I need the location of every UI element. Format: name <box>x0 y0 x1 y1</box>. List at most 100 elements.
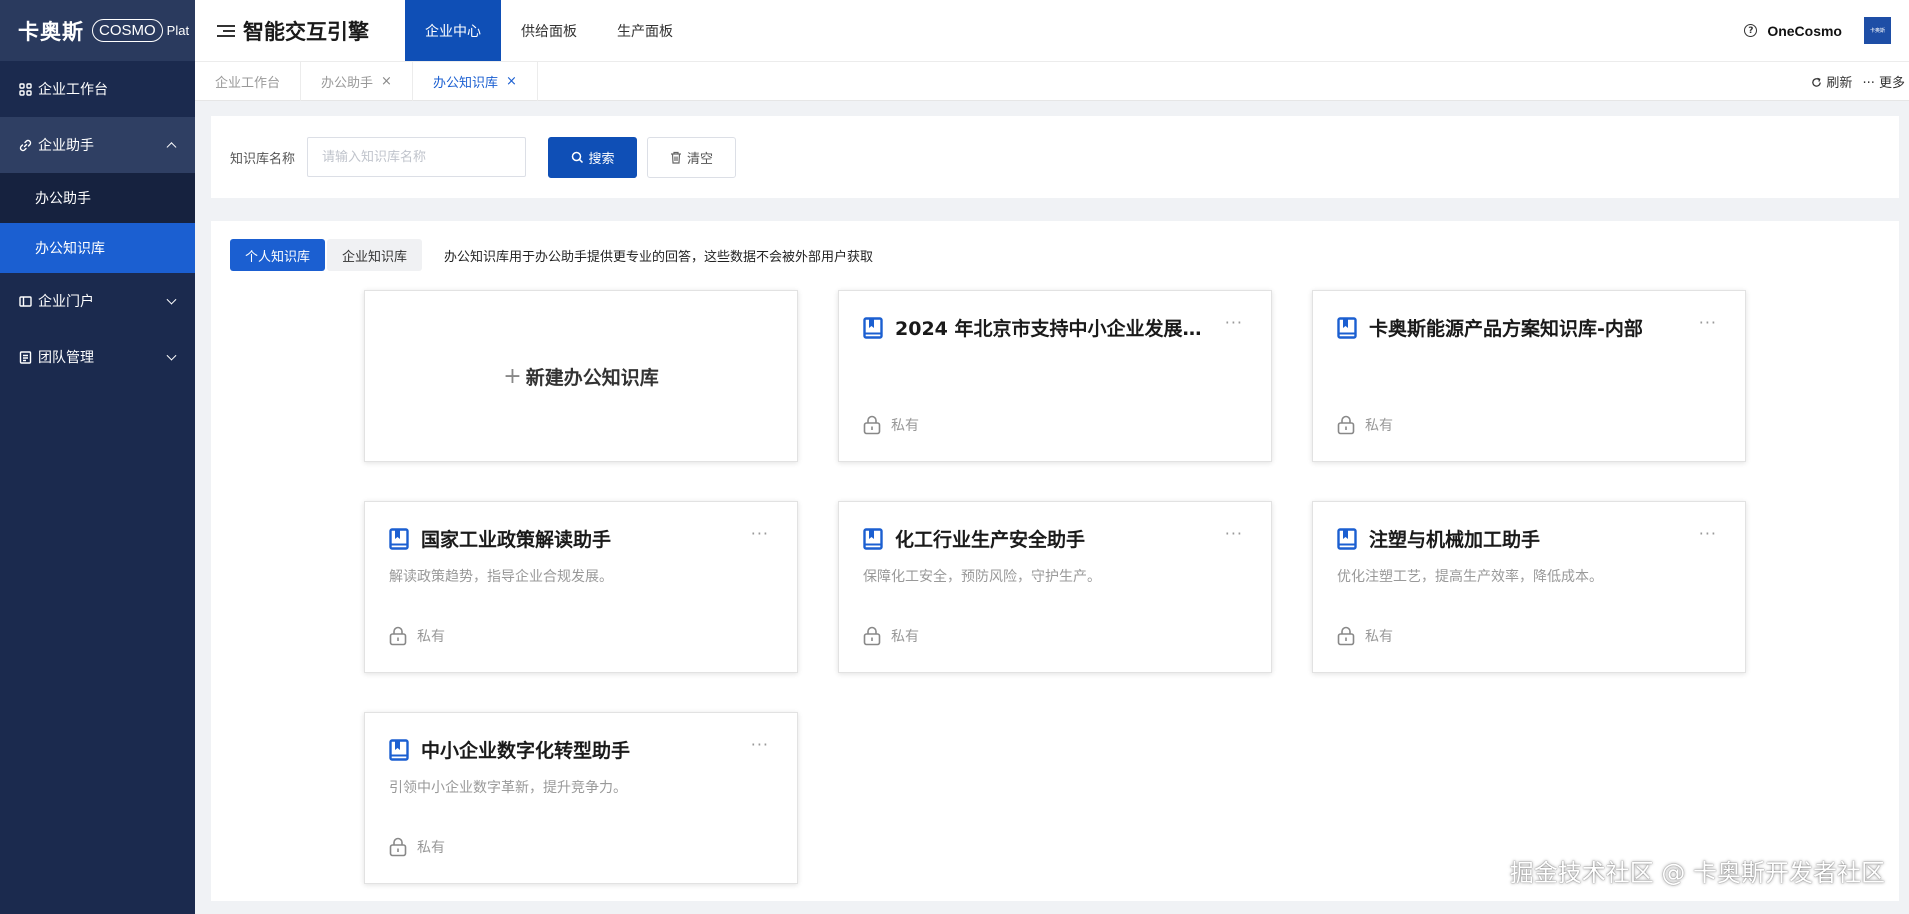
card-header: 中小企业数字化转型助手 <box>389 736 737 763</box>
top-tab-enterprise-center[interactable]: 企业中心 <box>405 0 501 61</box>
refresh-button[interactable]: 刷新 <box>1811 72 1852 91</box>
clear-button-label: 清空 <box>687 151 714 167</box>
card-visibility: 私有 <box>389 837 445 857</box>
page-tab-label: 企业工作台 <box>215 76 281 91</box>
card-title: 化工行业生产安全助手 <box>895 529 1086 551</box>
search-button[interactable]: 搜索 <box>548 136 638 178</box>
logo-text-cn: 卡奥斯 <box>18 19 84 44</box>
page-tab-knowledge-base[interactable]: 办公知识库 × <box>413 62 538 101</box>
card-visibility: 私有 <box>863 626 919 646</box>
visibility-label: 私有 <box>1365 418 1393 434</box>
visibility-label: 私有 <box>417 629 445 645</box>
more-icon[interactable]: ··· <box>1699 524 1717 543</box>
knowledge-base-card[interactable]: 化工行业生产安全助手 ··· 保障化工安全，预防风险，守护生产。 私有 <box>838 501 1272 673</box>
top-tab-label: 供给面板 <box>521 23 577 40</box>
trash-icon <box>671 151 681 164</box>
refresh-label: 刷新 <box>1826 76 1853 91</box>
card-description: 解读政策趋势，指导企业合规发展。 <box>389 569 613 585</box>
book-icon <box>1337 316 1357 339</box>
more-icon[interactable]: ··· <box>751 735 769 754</box>
card-visibility: 私有 <box>1337 415 1393 435</box>
page-tab-workbench[interactable]: 企业工作台 <box>195 62 302 101</box>
plus-icon: + <box>503 363 522 389</box>
tab-actions: 刷新 ··· 更多 <box>1811 62 1905 101</box>
knowledge-base-card[interactable]: 卡奥斯能源产品方案知识库-内部 ··· 私有 <box>1312 290 1746 462</box>
lock-icon <box>389 837 407 857</box>
sidebar-subitem-knowledge-base[interactable]: 办公知识库 <box>0 223 195 273</box>
lock-icon <box>863 415 881 435</box>
sidebar-item-team[interactable]: 团队管理 <box>0 329 195 385</box>
sidebar-subitem-label: 办公助手 <box>35 191 91 207</box>
tab-personal-kb[interactable]: 个人知识库 <box>230 239 326 271</box>
page-tab-label: 办公知识库 <box>432 76 498 91</box>
grid-icon <box>18 82 32 96</box>
sidebar-subitem-office-assistant[interactable]: 办公助手 <box>0 173 195 223</box>
team-icon <box>18 350 32 364</box>
avatar[interactable]: 卡奥斯 <box>1864 17 1891 44</box>
chevron-down-icon <box>166 294 177 305</box>
card-visibility: 私有 <box>1337 626 1393 646</box>
new-card-label: 新建办公知识库 <box>525 366 659 389</box>
lock-icon <box>1337 415 1355 435</box>
clear-button[interactable]: 清空 <box>647 136 737 178</box>
knowledge-base-card[interactable]: 2024 年北京市支持中小企业发展… ··· 私有 <box>838 290 1272 462</box>
link-icon <box>18 138 32 152</box>
brand-name[interactable]: OneCosmo <box>1767 23 1842 39</box>
page-tab-office-assistant[interactable]: 办公助手 × <box>301 62 413 101</box>
visibility-label: 私有 <box>1365 629 1393 645</box>
knowledge-base-card[interactable]: 注塑与机械加工助手 ··· 优化注塑工艺，提高生产效率，降低成本。 私有 <box>1312 501 1746 673</box>
knowledge-base-card[interactable]: 中小企业数字化转型助手 ··· 引领中小企业数字革新，提升竞争力。 私有 <box>364 712 798 884</box>
logo-text-en: COSMO <box>92 19 163 42</box>
visibility-label: 私有 <box>417 840 445 856</box>
more-icon[interactable]: ··· <box>1699 313 1717 332</box>
close-icon[interactable]: × <box>506 74 517 89</box>
search-icon <box>571 151 583 163</box>
page-tab-bar: 企业工作台 办公助手 × 办公知识库 × 刷新 ··· 更多 <box>195 61 1909 101</box>
search-button-label: 搜索 <box>588 151 615 167</box>
top-tab-supply-panel[interactable]: 供给面板 <box>501 0 597 61</box>
segment-tabs: 个人知识库 企业知识库 办公知识库用于办公助手提供更专业的回答，这些数据不会被外… <box>230 239 873 271</box>
card-title: 注塑与机械加工助手 <box>1369 529 1541 551</box>
new-knowledge-base-card[interactable]: + 新建办公知识库 <box>364 290 798 462</box>
more-icon[interactable]: ··· <box>751 524 769 543</box>
top-tab-production-panel[interactable]: 生产面板 <box>597 0 693 61</box>
topbar: 智能交互引擎 企业中心 供给面板 生产面板 ? OneCosmo 卡奥斯 <box>195 0 1909 61</box>
visibility-label: 私有 <box>891 629 919 645</box>
app-title-text: 智能交互引擎 <box>243 19 369 44</box>
search-input[interactable] <box>307 137 527 177</box>
book-icon <box>389 527 409 550</box>
sidebar-item-label: 企业门户 <box>38 294 94 310</box>
close-icon[interactable]: × <box>381 74 392 89</box>
watermark-text: 掘金技术社区 @ 卡奥斯开发者社区 <box>1509 859 1885 887</box>
topbar-right: ? OneCosmo 卡奥斯 <box>1744 0 1891 61</box>
knowledge-base-card[interactable]: 国家工业政策解读助手 ··· 解读政策趋势，指导企业合规发展。 私有 <box>364 501 798 673</box>
search-label: 知识库名称 <box>230 151 296 167</box>
sidebar-item-assistant[interactable]: 企业助手 <box>0 117 195 173</box>
card-header: 卡奥斯能源产品方案知识库-内部 <box>1337 314 1685 341</box>
card-title: 国家工业政策解读助手 <box>421 529 612 551</box>
card-header: 注塑与机械加工助手 <box>1337 525 1685 552</box>
help-icon[interactable]: ? <box>1744 24 1758 37</box>
sidebar-item-label: 企业助手 <box>38 138 94 154</box>
card-title: 卡奥斯能源产品方案知识库-内部 <box>1369 318 1643 340</box>
logo-text-plat: Plat <box>166 23 190 38</box>
book-icon <box>863 527 883 550</box>
more-icon[interactable]: ··· <box>1225 313 1243 332</box>
card-visibility: 私有 <box>389 626 445 646</box>
sidebar: 卡奥斯 COSMO Plat 企业工作台 企业助手 办公助手 办公知识库 企业门… <box>0 0 195 914</box>
logo[interactable]: 卡奥斯 COSMO Plat <box>0 0 195 61</box>
more-label: 更多 <box>1878 76 1905 91</box>
sidebar-item-workbench[interactable]: 企业工作台 <box>0 61 195 117</box>
page-tab-label: 办公助手 <box>321 76 374 91</box>
tab-enterprise-kb[interactable]: 企业知识库 <box>327 239 423 271</box>
tab-label: 企业知识库 <box>342 249 408 265</box>
book-icon <box>863 316 883 339</box>
sidebar-item-portal[interactable]: 企业门户 <box>0 273 195 329</box>
card-title: 中小企业数字化转型助手 <box>421 740 631 762</box>
book-icon <box>389 738 409 761</box>
portal-icon <box>18 294 32 308</box>
more-icon[interactable]: ··· <box>1225 524 1243 543</box>
menu-fold-icon[interactable] <box>217 22 235 40</box>
card-header: 2024 年北京市支持中小企业发展… <box>863 314 1211 341</box>
more-button[interactable]: ··· 更多 <box>1862 72 1905 91</box>
